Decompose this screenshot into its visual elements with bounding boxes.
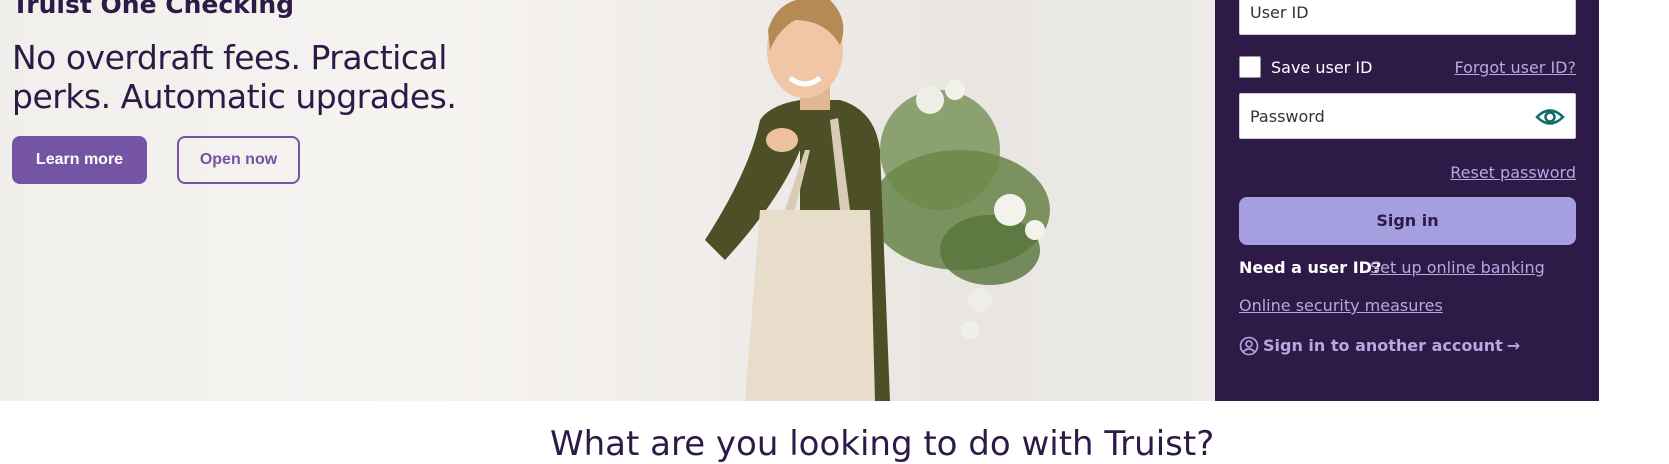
- hero-headline: No overdraft fees. Practical perks. Auto…: [12, 38, 457, 116]
- password-placeholder: Password: [1250, 107, 1325, 126]
- eye-icon[interactable]: [1535, 105, 1565, 129]
- sign-in-another-label: Sign in to another account: [1263, 336, 1503, 355]
- user-circle-icon: [1239, 336, 1259, 356]
- arrow-right-icon: →: [1506, 336, 1521, 355]
- need-user-id-label: Need a user ID?: [1239, 258, 1382, 277]
- user-id-input[interactable]: User ID: [1239, 0, 1576, 35]
- sign-in-button[interactable]: Sign in: [1239, 197, 1576, 245]
- forgot-user-id-link[interactable]: Forgot user ID?: [1454, 58, 1576, 78]
- set-up-online-banking-link[interactable]: Set up online banking: [1370, 258, 1545, 278]
- online-security-measures-link[interactable]: Online security measures: [1239, 296, 1443, 316]
- login-panel: User ID Save user ID Forgot user ID? Pas…: [1215, 0, 1599, 401]
- hero-eyebrow: Truist One Checking: [12, 0, 295, 19]
- reset-password-link[interactable]: Reset password: [1450, 163, 1576, 183]
- open-now-button[interactable]: Open now: [177, 136, 300, 184]
- password-input[interactable]: Password: [1239, 93, 1576, 139]
- sign-in-another-account-link[interactable]: Sign in to another account →: [1239, 335, 1520, 357]
- save-user-id-label: Save user ID: [1271, 58, 1373, 77]
- hero-banner: Truist One Checking No overdraft fees. P…: [0, 0, 1215, 401]
- save-user-id-checkbox[interactable]: [1239, 56, 1261, 78]
- learn-more-button[interactable]: Learn more: [12, 136, 147, 184]
- hero-photo-woman-with-flowers: [705, 0, 1050, 401]
- flowers-illustration: [870, 80, 1050, 339]
- section-heading-partial: What are you looking to do with Truist?: [550, 424, 1215, 464]
